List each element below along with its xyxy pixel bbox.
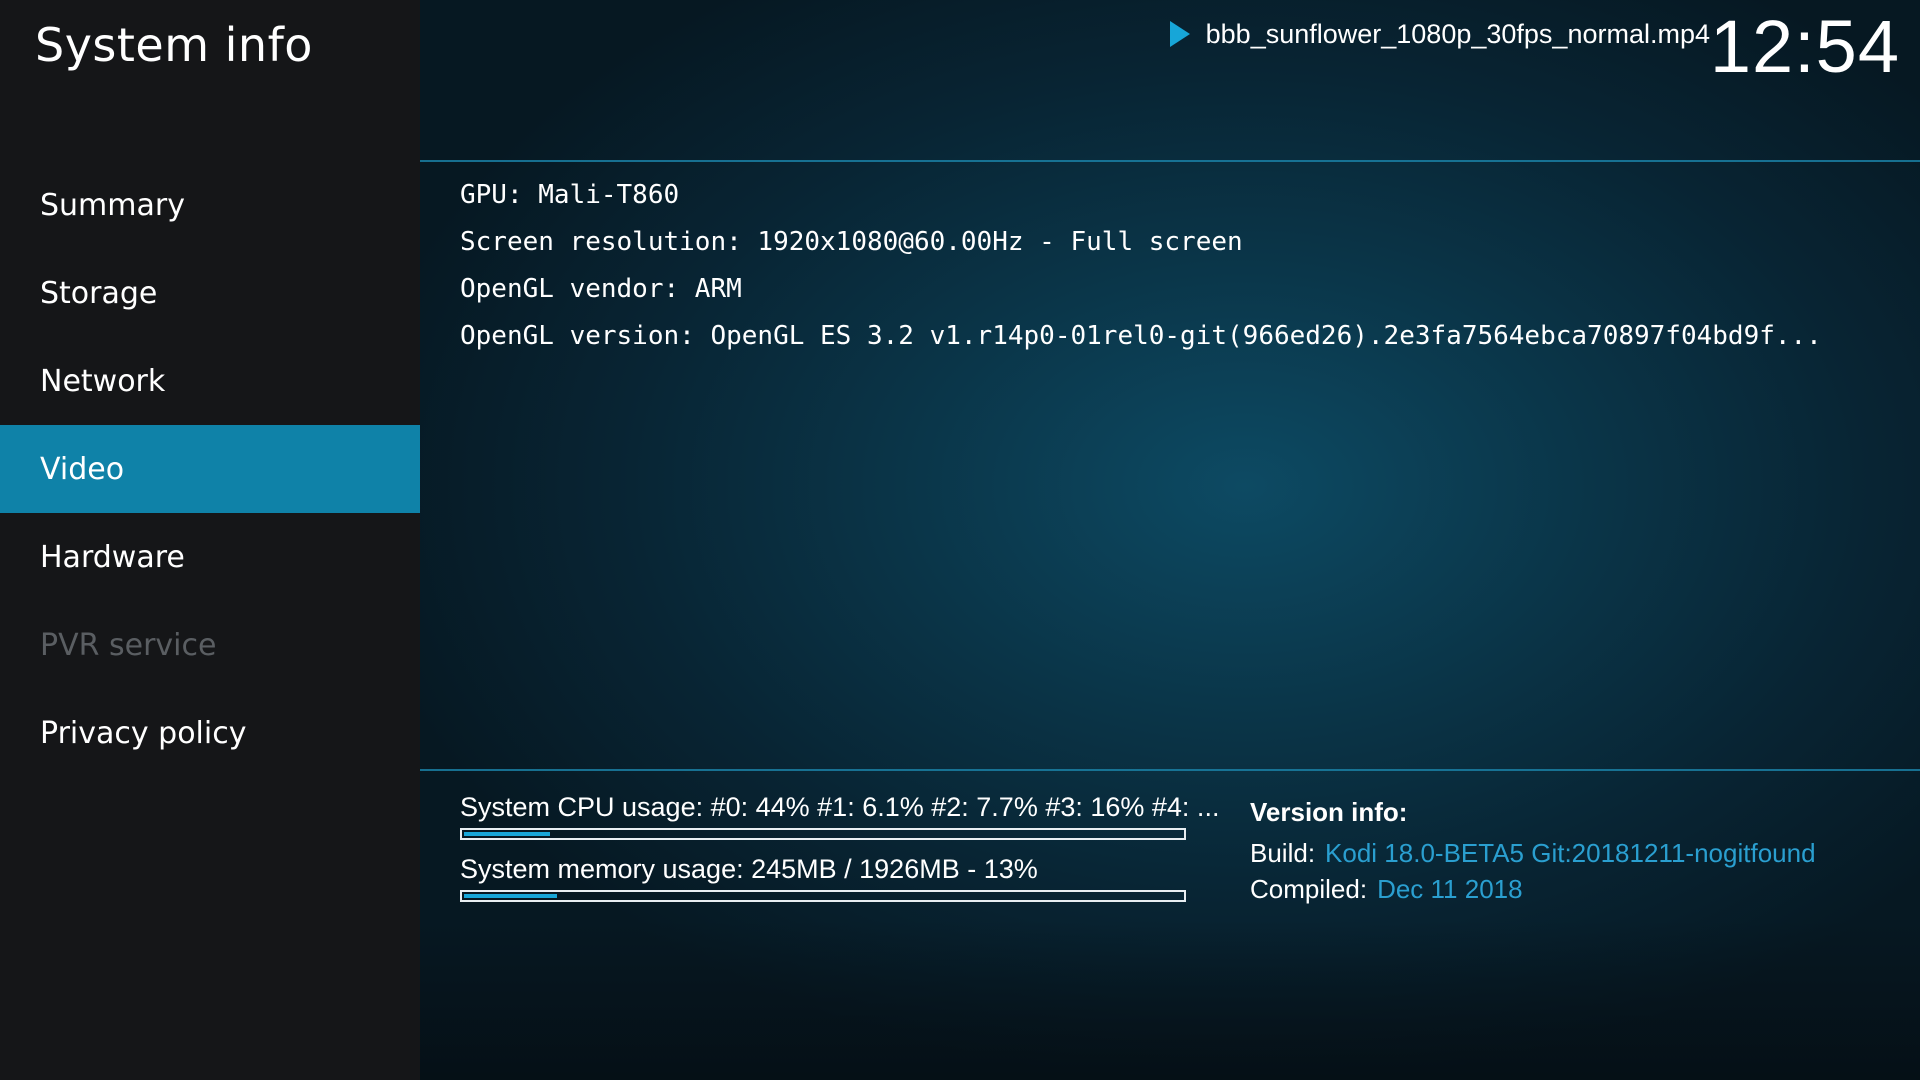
now-playing[interactable]: bbb_sunflower_1080p_30fps_normal.mp4: [1169, 14, 1710, 54]
build-label: Build:: [1250, 838, 1316, 868]
info-line-opengl-version: OpenGL version: OpenGL ES 3.2 v1.r14p0-0…: [460, 321, 1822, 351]
compiled-value: Dec 11 2018: [1377, 874, 1523, 904]
sidebar-item-network[interactable]: Network: [0, 337, 420, 425]
version-info-title: Version info:: [1250, 797, 1408, 827]
version-build-row: Build: Kodi 18.0-BETA5 Git:20181211-nogit…: [1250, 835, 1900, 871]
version-info: Version info: Build: Kodi 18.0-BETA5 Git:…: [1250, 795, 1900, 907]
sidebar-item-storage[interactable]: Storage: [0, 249, 420, 337]
video-info-list: GPU: Mali-T860 Screen resolution: 1920x1…: [460, 175, 1900, 363]
sidebar-menu: Summary Storage Network Video Hardware P…: [0, 161, 420, 777]
play-icon: [1169, 21, 1190, 47]
info-line-gpu: GPU: Mali-T860: [460, 180, 680, 210]
sidebar: System info Summary Storage Network Vide…: [0, 0, 420, 1080]
usage-panel: System CPU usage: #0: 44% #1: 6.1% #2: 7…: [460, 790, 1220, 914]
info-line-screen-resolution: Screen resolution: 1920x1080@60.00Hz - F…: [460, 227, 1243, 257]
sidebar-item-pvr-service[interactable]: PVR service: [0, 601, 420, 689]
memory-usage-label: System memory usage: 245MB / 1926MB - 13…: [460, 854, 1038, 884]
sidebar-item-privacy-policy[interactable]: Privacy policy: [0, 689, 420, 777]
version-compiled-row: Compiled: Dec 11 2018: [1250, 871, 1900, 907]
system-info-window: System info Summary Storage Network Vide…: [0, 0, 1920, 1080]
sidebar-item-hardware[interactable]: Hardware: [0, 513, 420, 601]
page-title: System info: [35, 18, 313, 72]
main-background: [420, 0, 1920, 1080]
info-line-opengl-vendor: OpenGL vendor: ARM: [460, 274, 742, 304]
cpu-usage-bar-fill: [464, 832, 550, 836]
now-playing-title: bbb_sunflower_1080p_30fps_normal.mp4: [1205, 18, 1710, 49]
clock: 12:54: [1709, 5, 1900, 88]
cpu-usage-bar: [460, 828, 1186, 840]
cpu-usage-label: System CPU usage: #0: 44% #1: 6.1% #2: 7…: [460, 792, 1220, 822]
memory-usage-bar-fill: [464, 894, 557, 898]
build-value: Kodi 18.0-BETA5 Git:20181211-nogitfound: [1325, 838, 1816, 868]
memory-usage-bar: [460, 890, 1186, 902]
compiled-label: Compiled:: [1250, 874, 1368, 904]
sidebar-item-summary[interactable]: Summary: [0, 161, 420, 249]
sidebar-item-video[interactable]: Video: [0, 425, 420, 513]
bottom-divider: [420, 769, 1920, 771]
top-divider: [420, 160, 1920, 162]
